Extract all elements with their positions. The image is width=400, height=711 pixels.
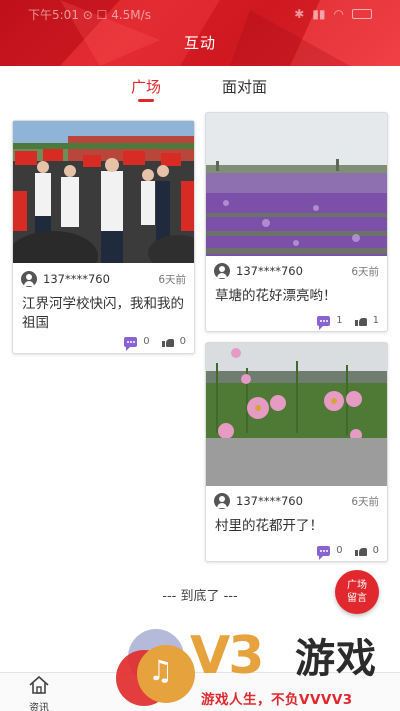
tab-bar: 广场 面对面 — [0, 70, 400, 106]
post-username: 137****760 — [236, 264, 303, 278]
avatar-icon — [214, 493, 230, 509]
status-bar: 下午5:01 ⊙ ☐ 4.5M/s ✱ ▮▮ ◠ — [0, 0, 400, 28]
comment-count: 0 — [143, 336, 150, 347]
comment-icon[interactable] — [317, 315, 331, 330]
post-meta: 137****760 6天前 — [214, 493, 379, 509]
status-icons: ✱ ▮▮ ◠ — [294, 7, 372, 21]
nav-label-news: 资讯 — [29, 703, 49, 711]
square-message-button[interactable]: 广场 留言 — [335, 570, 379, 614]
post-text: 草塘的花好漂亮哟！ — [215, 288, 337, 304]
watermark-name: 游戏 — [295, 636, 377, 682]
nav-item-news[interactable]: 资讯 — [19, 675, 59, 711]
post-card[interactable]: 137****760 6天前 村里的花都开了！ 0 0 — [205, 342, 388, 562]
comment-count: 1 — [336, 315, 343, 326]
comment-icon[interactable] — [124, 336, 138, 351]
tab-square[interactable]: 广场 — [131, 76, 161, 97]
fab-label-line2: 留言 — [347, 593, 367, 604]
like-count: 0 — [372, 545, 379, 556]
bluetooth-icon: ✱ — [294, 7, 305, 21]
post-meta: 137****760 6天前 — [21, 271, 186, 287]
home-icon — [29, 675, 49, 694]
tab-face-to-face[interactable]: 面对面 — [222, 76, 267, 97]
post-image[interactable] — [206, 343, 387, 486]
music-note-icon: ♫ — [148, 654, 174, 687]
page-title: 互动 — [183, 34, 216, 52]
post-stats: 0 0 — [124, 336, 186, 351]
post-username: 137****760 — [236, 494, 303, 508]
post-text: 江界河学校快闪，我和我的祖国 — [22, 296, 184, 331]
like-icon[interactable] — [161, 336, 174, 347]
post-card[interactable]: 137****760 6天前 江界河学校快闪，我和我的祖国 0 0 — [12, 120, 195, 354]
post-meta: 137****760 6天前 — [214, 263, 379, 279]
status-time: 下午5:01 ⊙ ☐ 4.5M/s — [28, 7, 151, 22]
signal-icon: ▮▮ — [312, 7, 326, 21]
active-tab-indicator — [138, 99, 154, 102]
post-card[interactable]: 137****760 6天前 草塘的花好漂亮哟！ 1 1 — [205, 112, 388, 332]
post-image[interactable] — [13, 121, 194, 263]
comment-icon[interactable] — [317, 545, 331, 560]
post-username: 137****760 — [43, 272, 110, 286]
post-image[interactable] — [206, 113, 387, 256]
post-text: 村里的花都开了！ — [215, 518, 323, 534]
avatar-icon — [214, 263, 230, 279]
post-time: 6天前 — [351, 495, 379, 508]
battery-icon — [352, 9, 372, 19]
avatar-icon — [21, 271, 37, 287]
watermark-logo-text: V3 — [190, 626, 264, 686]
wifi-icon: ◠ — [333, 7, 344, 21]
like-count: 1 — [372, 315, 379, 326]
fab-label-line1: 广场 — [347, 580, 367, 591]
post-time: 6天前 — [158, 273, 186, 286]
post-stats: 1 1 — [317, 315, 379, 330]
like-icon[interactable] — [354, 545, 367, 556]
comment-count: 0 — [336, 545, 343, 556]
app-header: 下午5:01 ⊙ ☐ 4.5M/s ✱ ▮▮ ◠ 互动 — [0, 0, 400, 66]
watermark-slogan: 游戏人生，不负VVVV3 — [201, 692, 353, 708]
like-count: 0 — [179, 336, 186, 347]
post-stats: 0 0 — [317, 545, 379, 560]
post-time: 6天前 — [351, 265, 379, 278]
like-icon[interactable] — [354, 315, 367, 326]
